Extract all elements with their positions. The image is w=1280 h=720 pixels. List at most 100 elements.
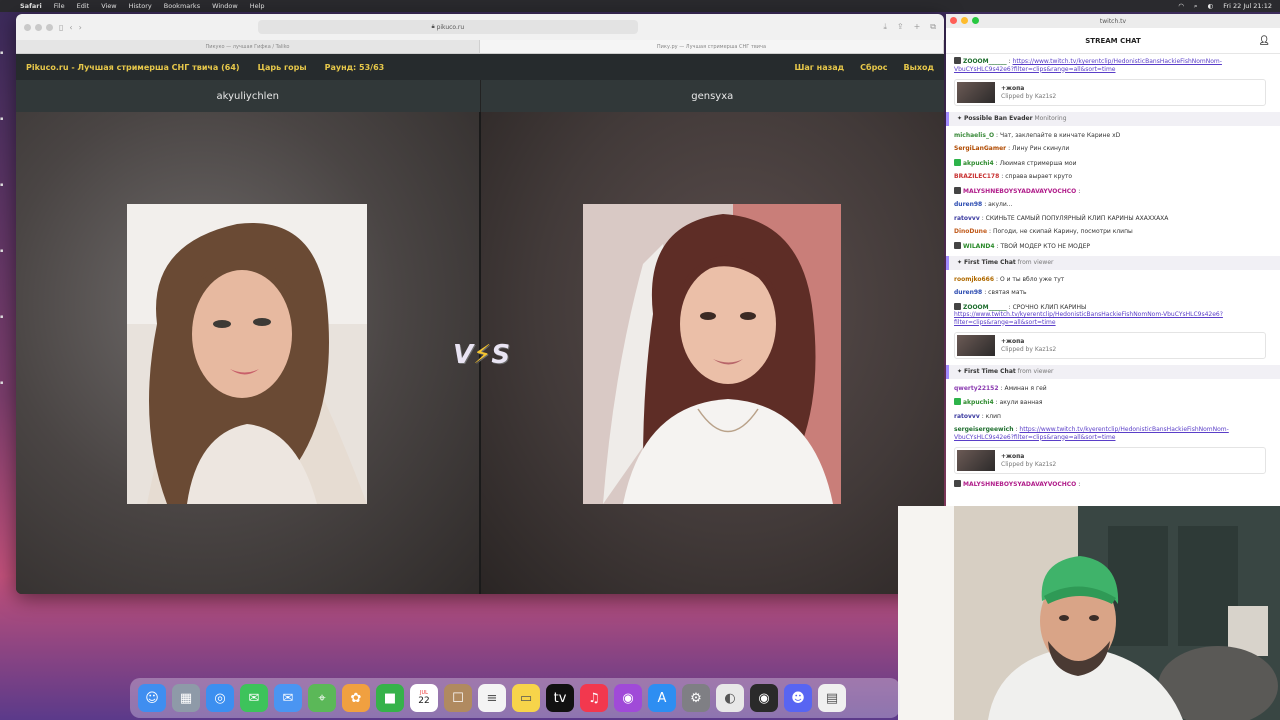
desktop-icon[interactable]: ▪ <box>0 380 16 386</box>
menu-item-file[interactable]: File <box>54 2 65 10</box>
chat-zoom-button[interactable] <box>972 17 979 24</box>
chat-username[interactable]: ZOOOM______ <box>963 58 1007 65</box>
chat-username[interactable]: qwerty22152 <box>954 385 999 392</box>
control-center-icon[interactable]: ◐ <box>1208 2 1214 10</box>
chat-username[interactable]: duren98 <box>954 289 982 296</box>
right-contestant-photo[interactable] <box>583 204 841 504</box>
sidebar-icon[interactable]: ▯ <box>59 23 63 32</box>
chat-username[interactable]: roomjko666 <box>954 276 994 283</box>
left-contestant-photo[interactable] <box>127 204 367 504</box>
user-badge-icon[interactable] <box>954 302 961 310</box>
chrome-icon[interactable]: ◐ <box>716 684 744 712</box>
clip-card[interactable]: +жопа Clipped by Kaz1s2 <box>954 332 1266 359</box>
clip-card[interactable]: +жопа Clipped by Kaz1s2 <box>954 79 1266 106</box>
chat-username[interactable]: DinoDune <box>954 228 987 235</box>
calendar-icon[interactable]: JUL 22 <box>410 684 438 712</box>
menu-app-name[interactable]: Safari <box>20 2 42 10</box>
mail-icon[interactable]: ✉ <box>274 684 302 712</box>
desktop-icon[interactable]: ▪ <box>0 50 16 56</box>
safari-icon[interactable]: ◎ <box>206 684 234 712</box>
reset-button[interactable]: Сброс <box>860 63 887 72</box>
appstore-icon[interactable]: A <box>648 684 676 712</box>
user-badge-icon[interactable] <box>954 57 961 64</box>
menu-item-view[interactable]: View <box>101 2 116 10</box>
chat-minimize-button[interactable] <box>961 17 968 24</box>
messages-icon[interactable]: ✉ <box>240 684 268 712</box>
new-tab-icon[interactable]: + <box>914 22 921 32</box>
mode-link[interactable]: Царь горы <box>258 63 307 72</box>
clip-thumbnail[interactable] <box>957 450 995 471</box>
desktop-icon[interactable]: ▪ <box>0 248 16 254</box>
maps-icon[interactable]: ⌖ <box>308 684 336 712</box>
right-choice[interactable] <box>481 112 944 594</box>
exit-button[interactable]: Выход <box>904 63 934 72</box>
photos-icon[interactable]: ✿ <box>342 684 370 712</box>
reminders-icon[interactable]: ≡ <box>478 684 506 712</box>
clip-title[interactable]: +жопа <box>1001 85 1056 93</box>
document-icon[interactable]: ▤ <box>818 684 846 712</box>
desktop-icon[interactable]: ▪ <box>0 314 16 320</box>
chat-username[interactable]: michaelis_O <box>954 132 994 139</box>
clip-thumbnail[interactable] <box>957 82 995 103</box>
wifi-icon[interactable]: ◠ <box>1178 2 1184 10</box>
search-icon[interactable]: ⌕ <box>1194 2 1198 11</box>
menu-item-history[interactable]: History <box>129 2 152 10</box>
step-back-button[interactable]: Шаг назад <box>794 63 844 72</box>
chat-username[interactable]: MALYSHNEBOYSYADAVAYVOCHCO <box>963 481 1076 488</box>
user-badge-icon[interactable] <box>954 186 961 194</box>
appletv-icon[interactable]: tv <box>546 684 574 712</box>
forward-arrow-icon[interactable]: › <box>79 23 82 32</box>
download-icon[interactable]: ⤓ <box>883 22 887 32</box>
address-bar[interactable]: 🔒︎ pikuco.ru <box>257 20 638 34</box>
chat-username[interactable]: ZOOOM______ <box>963 304 1007 311</box>
chat-link[interactable]: https://www.twitch.tv/kyerentclip/Hedoni… <box>954 311 1223 326</box>
chat-username[interactable]: ratovvv <box>954 413 980 420</box>
tab-2[interactable]: Пику.ру — Лучшая стримерша СНГ твича <box>480 40 944 53</box>
menu-item-help[interactable]: Help <box>250 2 265 10</box>
close-button[interactable] <box>24 23 31 31</box>
chat-username[interactable]: MALYSHNEBOYSYADAVAYVOCHCO <box>963 188 1076 195</box>
launchpad-icon[interactable]: ▦ <box>172 684 200 712</box>
music-icon[interactable]: ♫ <box>580 684 608 712</box>
back-arrow-icon[interactable]: ‹ <box>69 23 72 32</box>
chat-username[interactable]: ratovvv <box>954 215 980 222</box>
left-choice[interactable] <box>16 112 481 594</box>
minimize-button[interactable] <box>35 23 42 31</box>
chat-username[interactable]: sergeisergeewich <box>954 426 1013 433</box>
menu-clock[interactable]: Fri 22 Jul 21:12 <box>1223 2 1272 10</box>
desktop-icon[interactable]: ▪ <box>0 116 16 122</box>
clip-title[interactable]: +жопа <box>1001 338 1056 346</box>
user-badge-icon[interactable] <box>954 158 961 166</box>
clip-thumbnail[interactable] <box>957 335 995 356</box>
podcasts-icon[interactable]: ◉ <box>614 684 642 712</box>
menu-item-edit[interactable]: Edit <box>77 2 90 10</box>
chat-username[interactable]: SergiLanGamer <box>954 145 1006 152</box>
facetime-icon[interactable]: ■ <box>376 684 404 712</box>
menu-item-bookmarks[interactable]: Bookmarks <box>164 2 200 10</box>
discord-icon[interactable]: ☻ <box>784 684 812 712</box>
contacts-icon[interactable]: ☐ <box>444 684 472 712</box>
desktop-icon[interactable]: ▪ <box>0 182 16 188</box>
notes-icon[interactable]: ▭ <box>512 684 540 712</box>
tab-1[interactable]: Пикуко — лучшая Гифка / Taliko <box>16 40 480 53</box>
chat-username[interactable]: BRAZILEC178 <box>954 173 999 180</box>
zoom-button[interactable] <box>46 23 53 31</box>
tab-overview-icon[interactable]: ⧉ <box>930 22 936 32</box>
menu-item-window[interactable]: Window <box>212 2 238 10</box>
finder-icon[interactable]: ☺ <box>138 684 166 712</box>
chat-close-button[interactable] <box>950 17 957 24</box>
chat-username[interactable]: akpuchi4 <box>963 160 994 167</box>
clip-card[interactable]: +жопа Clipped by Kaz1s2 <box>954 447 1266 474</box>
chat-username[interactable]: duren98 <box>954 201 982 208</box>
site-title-link[interactable]: Pikuco.ru - Лучшая стримерша СНГ твича (… <box>26 63 240 72</box>
chat-username[interactable]: WILAND4 <box>963 243 995 250</box>
users-icon[interactable]: 👤︎ <box>1259 36 1270 46</box>
obs-icon[interactable]: ◉ <box>750 684 778 712</box>
user-badge-icon[interactable] <box>954 480 961 487</box>
user-badge-icon[interactable] <box>954 398 961 405</box>
share-icon[interactable]: ⇪ <box>897 22 904 32</box>
chat-username[interactable]: akpuchi4 <box>963 399 994 406</box>
user-badge-icon[interactable] <box>954 241 961 249</box>
clip-title[interactable]: +жопа <box>1001 453 1056 461</box>
settings-icon[interactable]: ⚙ <box>682 684 710 712</box>
